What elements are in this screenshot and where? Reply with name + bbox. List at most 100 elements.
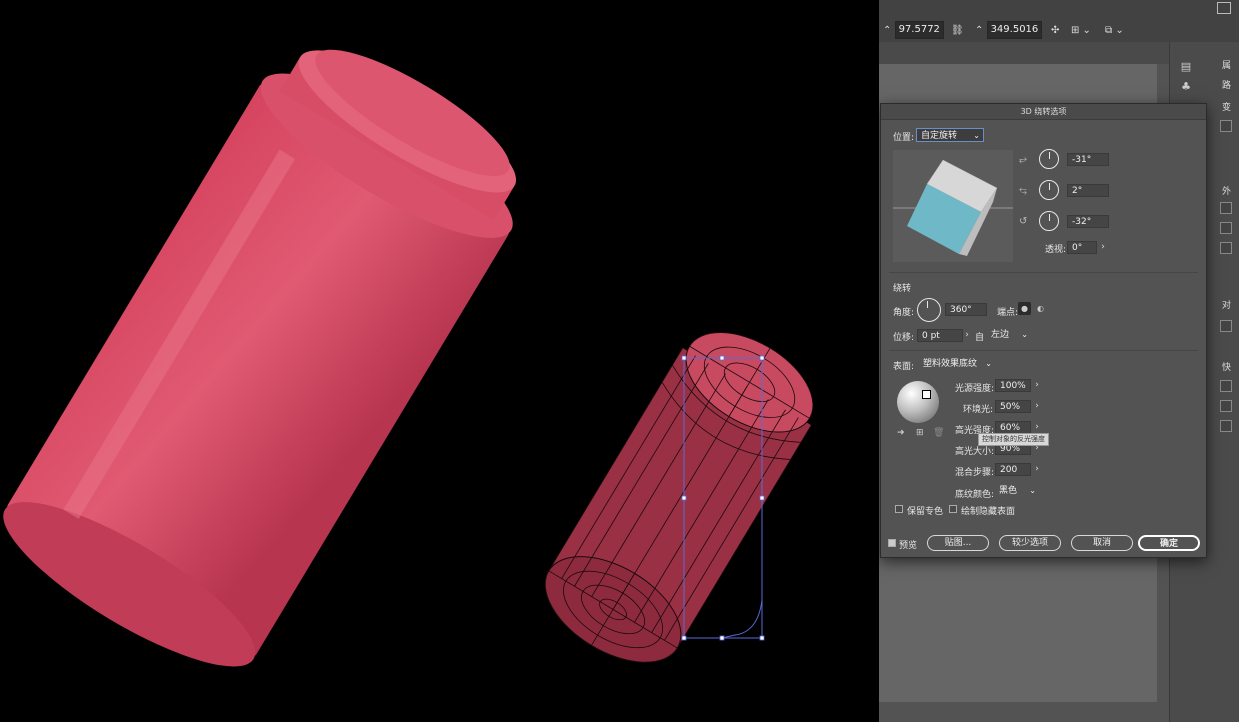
position-select[interactable]: 自定旋转 ⌄ (916, 128, 984, 142)
transform-icon[interactable]: ✣ (1051, 20, 1059, 40)
dialog-title[interactable]: 3D 绕转选项 (881, 104, 1206, 120)
light-source-handle[interactable] (922, 390, 931, 399)
rotate-z-dial[interactable] (1039, 211, 1059, 231)
preserve-spot-label: 保留专色 (907, 507, 944, 517)
rotate-z-field[interactable]: -32° (1067, 215, 1109, 228)
ambient-field[interactable]: 50% (995, 400, 1031, 413)
control-bar: ⌃ 97.5772 ⛓ ⌃ 349.5016 ✣ ⊞ ⌄ ⧉ ⌄ (879, 0, 1239, 43)
offset-arrow-icon[interactable]: › (961, 329, 973, 342)
position-select-value: 自定旋转 (921, 131, 958, 141)
light-intensity-field[interactable]: 100% (995, 379, 1031, 392)
ambient-label: 环境光: (963, 405, 994, 415)
panel-swatch-box[interactable] (1220, 380, 1232, 392)
revolve-section-title: 绕转 (893, 284, 912, 294)
stroke-box[interactable] (1220, 222, 1232, 234)
rotate-y-field[interactable]: 2° (1067, 184, 1109, 197)
rotate-z-icon: ↺ (1019, 216, 1028, 227)
panel-swatch-box[interactable] (1220, 400, 1232, 412)
fewer-options-button[interactable]: 较少选项 (999, 535, 1061, 551)
angle-field[interactable]: 360° (945, 303, 987, 316)
blend-steps-arrow-icon[interactable]: › (1031, 463, 1043, 476)
width-input[interactable]: 97.5772 (894, 21, 944, 39)
horizontal-scrollbar[interactable] (879, 702, 1169, 722)
divider (889, 272, 1198, 273)
rotate-x-icon: ⥂ (1019, 154, 1027, 165)
panel-label[interactable]: 属 (1222, 58, 1231, 71)
large-3d-can[interactable] (0, 12, 552, 693)
from-select-value: 左边 (991, 330, 1010, 340)
perspective-field[interactable]: 0° (1067, 241, 1097, 254)
cap-on-icon[interactable]: ● (1018, 302, 1031, 315)
wireframe-3d-can[interactable] (527, 309, 834, 684)
height-input[interactable]: 349.5016 (986, 21, 1043, 39)
layers-icon[interactable]: ▤ (1178, 60, 1194, 74)
blend-steps-label: 混合步骤: (955, 468, 995, 478)
link-proportions-icon[interactable]: ⛓ (951, 20, 964, 40)
offset-field[interactable]: 0 pt (917, 329, 963, 342)
width-control[interactable]: ⌃ 97.5772 (883, 20, 944, 40)
cap-label: 端点: (997, 308, 1019, 318)
stepper-icon: ⌃ (975, 24, 987, 36)
rotate-y-icon: ⥃ (1019, 185, 1027, 196)
surface-label: 表面: (893, 362, 915, 372)
angle-label: 角度: (893, 308, 915, 318)
ok-button[interactable]: 确定 (1138, 535, 1200, 551)
map-button[interactable]: 贴图... (927, 535, 989, 551)
chevron-down-icon: ⌄ (973, 131, 980, 140)
cancel-button[interactable]: 取消 (1071, 535, 1133, 551)
divider (889, 350, 1198, 351)
position-label: 位置: (893, 133, 915, 143)
draw-hidden-label: 绘制隐藏表面 (961, 507, 1016, 517)
draw-hidden-checkbox[interactable] (949, 505, 957, 513)
height-control[interactable]: ⌃ 349.5016 (975, 20, 1043, 40)
rotation-cube-preview[interactable] (893, 150, 1013, 262)
offset-label: 位移: (893, 333, 915, 343)
preview-checkbox[interactable] (888, 539, 896, 547)
panel-label[interactable]: 对 (1222, 298, 1231, 311)
libraries-icon[interactable]: ♣ (1178, 80, 1194, 94)
rotate-x-dial[interactable] (1039, 149, 1059, 169)
light-intensity-label: 光源强度: (955, 384, 995, 394)
panel-label[interactable]: 外 (1222, 184, 1231, 197)
chevron-down-icon: ⌄ (1029, 486, 1036, 495)
preserve-spot-checkbox[interactable] (895, 505, 903, 513)
new-light-icon[interactable]: ⊞ (916, 428, 924, 438)
blend-steps-field[interactable]: 200 (995, 463, 1031, 476)
cap-off-icon[interactable]: ◐ (1034, 302, 1047, 315)
arrange-icon[interactable]: ⧉ ⌄ (1105, 20, 1124, 40)
surface-select-value: 塑料效果底纹 (923, 359, 978, 369)
shade-color-select[interactable]: 黑色 ⌄ (995, 484, 1039, 498)
chevron-down-icon: ⌄ (1021, 330, 1028, 339)
artboard-canvas[interactable] (0, 0, 879, 722)
document-strip (879, 42, 1169, 64)
rotate-y-dial[interactable] (1039, 180, 1059, 200)
preview-label: 预览 (899, 541, 918, 551)
align-icon[interactable]: ⊞ ⌄ (1071, 20, 1091, 40)
panel-swatch-box[interactable] (1220, 242, 1232, 254)
ambient-arrow-icon[interactable]: › (1031, 400, 1043, 413)
stepper-icon: ⌃ (883, 24, 895, 36)
panel-label[interactable]: 快 (1222, 360, 1231, 373)
panel-label[interactable]: 变 (1222, 100, 1231, 113)
panel-swatch-box[interactable] (1220, 420, 1232, 432)
light-intensity-arrow-icon[interactable]: › (1031, 379, 1043, 392)
3d-revolve-options-dialog: 3D 绕转选项 位置: 自定旋转 ⌄ ⥂ -31° ⥃ 2° ↺ -32° 透视:… (880, 103, 1207, 558)
canvas-art (0, 12, 834, 693)
fill-none-box[interactable] (1220, 202, 1232, 214)
panel-swatch-box[interactable] (1220, 320, 1232, 332)
delete-light-icon[interactable]: 🗑 (933, 428, 944, 438)
rotate-x-field[interactable]: -31° (1067, 153, 1109, 166)
panel-label[interactable]: 路 (1222, 78, 1231, 91)
panel-swatch-box[interactable] (1220, 120, 1232, 132)
move-light-back-icon[interactable]: ➜ (897, 428, 905, 438)
perspective-arrow-icon[interactable]: › (1097, 241, 1109, 254)
tooltip: 控制对象的反光强度 (978, 433, 1049, 446)
angle-dial[interactable] (917, 298, 941, 322)
shade-color-value: 黑色 (999, 486, 1018, 496)
surface-select[interactable]: 塑料效果底纹 ⌄ (919, 357, 995, 371)
panel-toggle-icon[interactable] (1217, 2, 1231, 14)
chevron-down-icon: ⌄ (985, 359, 992, 368)
lighting-sphere[interactable] (897, 381, 939, 423)
from-label: 自 (975, 333, 985, 343)
from-select[interactable]: 左边 ⌄ (987, 328, 1031, 342)
